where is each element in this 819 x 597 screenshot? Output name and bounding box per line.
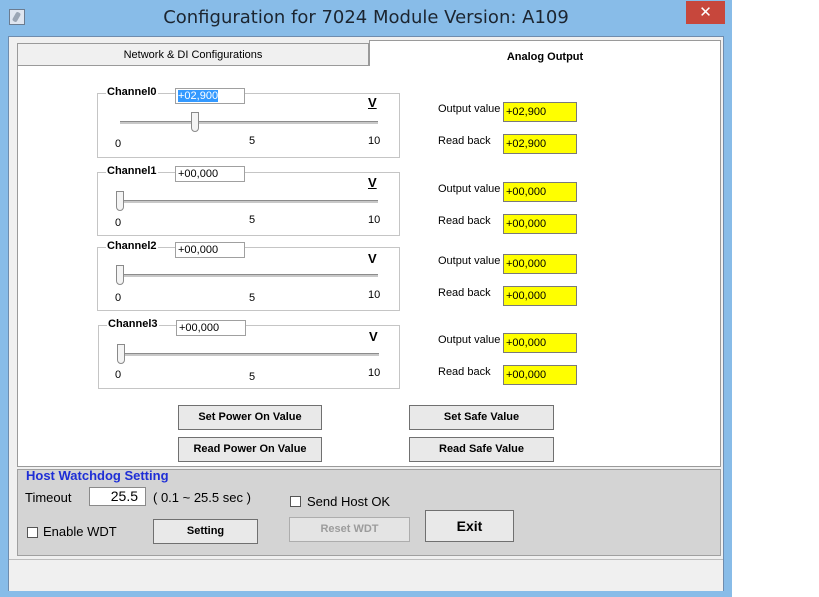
- close-button[interactable]: ✕: [686, 1, 725, 24]
- channel2-output-label: Output value: [438, 255, 501, 267]
- channel3-readback-value: +00,000: [503, 365, 577, 385]
- channel3-readback-label: Read back: [438, 366, 491, 378]
- client-area: Network & DI Configurations Analog Outpu…: [8, 36, 724, 591]
- enable-wdt-label: Enable WDT: [43, 524, 117, 539]
- enable-wdt-checkbox[interactable]: [27, 527, 38, 538]
- channel3-output-label: Output value: [438, 334, 501, 346]
- tab-network-di[interactable]: Network & DI Configurations: [17, 43, 369, 65]
- channel3-tick-mid: 5: [249, 371, 256, 383]
- channel1-label: Channel1: [106, 165, 158, 177]
- channel0-value-text: +02,900: [178, 90, 219, 102]
- channel0-tick-min: 0: [115, 138, 122, 150]
- title-bar[interactable]: Configuration for 7024 Module Version: A…: [0, 0, 732, 36]
- status-bar: [9, 559, 723, 591]
- timeout-label: Timeout: [25, 490, 72, 505]
- channel2-unit: V: [368, 251, 377, 266]
- channel2-slider-track[interactable]: [120, 274, 378, 277]
- window-title: Configuration for 7024 Module Version: A…: [163, 7, 569, 28]
- channel2-value-input[interactable]: +00,000: [175, 242, 245, 258]
- channel0-group: Channel0 +02,900 V 0 5 10: [97, 86, 400, 158]
- read-power-on-button[interactable]: Read Power On Value: [178, 437, 322, 462]
- tab-analog-output[interactable]: Analog Output: [369, 40, 721, 66]
- timeout-range-label: ( 0.1 ~ 25.5 sec ): [153, 490, 251, 505]
- channel1-group: Channel1 +00,000 V 0 5 10: [97, 165, 400, 236]
- channel1-tick-min: 0: [115, 217, 122, 229]
- send-host-ok-label: Send Host OK: [307, 494, 391, 509]
- exit-button[interactable]: Exit: [425, 510, 514, 542]
- channel2-tick-max: 10: [368, 289, 381, 301]
- setting-button[interactable]: Setting: [153, 519, 258, 544]
- application-window: Configuration for 7024 Module Version: A…: [0, 0, 732, 597]
- channel3-slider-track[interactable]: [121, 353, 379, 356]
- channel0-slider-track[interactable]: [120, 121, 378, 124]
- channel1-tick-max: 10: [368, 214, 381, 226]
- channel3-tick-max: 10: [368, 367, 381, 379]
- channel2-tick-mid: 5: [249, 292, 256, 304]
- channel2-label: Channel2: [106, 240, 158, 252]
- channel1-value-text: +00,000: [178, 168, 219, 180]
- channel3-slider-thumb[interactable]: [117, 344, 125, 364]
- channel2-slider-thumb[interactable]: [116, 265, 124, 285]
- channel0-slider-thumb[interactable]: [190, 112, 199, 132]
- reset-wdt-button[interactable]: Reset WDT: [289, 517, 410, 542]
- channel3-tick-min: 0: [115, 369, 122, 381]
- channel1-output-value: +00,000: [503, 182, 577, 202]
- channel2-readback-value: +00,000: [503, 286, 577, 306]
- channel1-slider-thumb[interactable]: [116, 191, 124, 211]
- channel1-readback-value: +00,000: [503, 214, 577, 234]
- channel3-unit: V: [369, 329, 378, 344]
- host-watchdog-group: Host Watchdog Setting Timeout 25.5 ( 0.1…: [17, 468, 721, 556]
- channel2-output-value: +00,000: [503, 254, 577, 274]
- channel2-readback-label: Read back: [438, 287, 491, 299]
- channel1-output-label: Output value: [438, 183, 501, 195]
- channel3-output-value: +00,000: [503, 333, 577, 353]
- channel0-readback-value: +02,900: [503, 134, 577, 154]
- channel0-output-value: +02,900: [503, 102, 577, 122]
- channel0-tick-mid: 5: [249, 135, 256, 147]
- channel2-group: Channel2 +00,000 V 0 5 10: [97, 240, 400, 311]
- channel3-value-input[interactable]: +00,000: [176, 320, 246, 336]
- channel1-tick-mid: 5: [249, 214, 256, 226]
- channel1-value-input[interactable]: +00,000: [175, 166, 245, 182]
- channel0-unit: V: [368, 95, 377, 110]
- set-safe-value-button[interactable]: Set Safe Value: [409, 405, 554, 430]
- channel2-tick-min: 0: [115, 292, 122, 304]
- set-power-on-button[interactable]: Set Power On Value: [178, 405, 322, 430]
- channel1-readback-label: Read back: [438, 215, 491, 227]
- channel3-label: Channel3: [107, 318, 159, 330]
- send-host-ok-checkbox[interactable]: [290, 496, 301, 507]
- channel3-value-text: +00,000: [179, 322, 220, 334]
- channel0-label: Channel0: [106, 86, 158, 98]
- channel1-slider-track[interactable]: [120, 200, 378, 203]
- channel0-tick-max: 10: [368, 135, 381, 147]
- channel1-unit: V: [368, 175, 377, 190]
- channel3-group: Channel3 +00,000 V 0 5 10: [98, 318, 400, 389]
- channel0-readback-label: Read back: [438, 135, 491, 147]
- read-safe-value-button[interactable]: Read Safe Value: [409, 437, 554, 462]
- channel0-value-input[interactable]: +02,900: [175, 88, 245, 104]
- channel2-value-text: +00,000: [178, 244, 219, 256]
- timeout-input[interactable]: 25.5: [89, 487, 146, 506]
- analog-output-panel: Channel0 +02,900 V 0 5 10 Output value +…: [17, 65, 721, 467]
- channel0-output-label: Output value: [438, 103, 501, 115]
- watchdog-title: Host Watchdog Setting: [26, 468, 169, 483]
